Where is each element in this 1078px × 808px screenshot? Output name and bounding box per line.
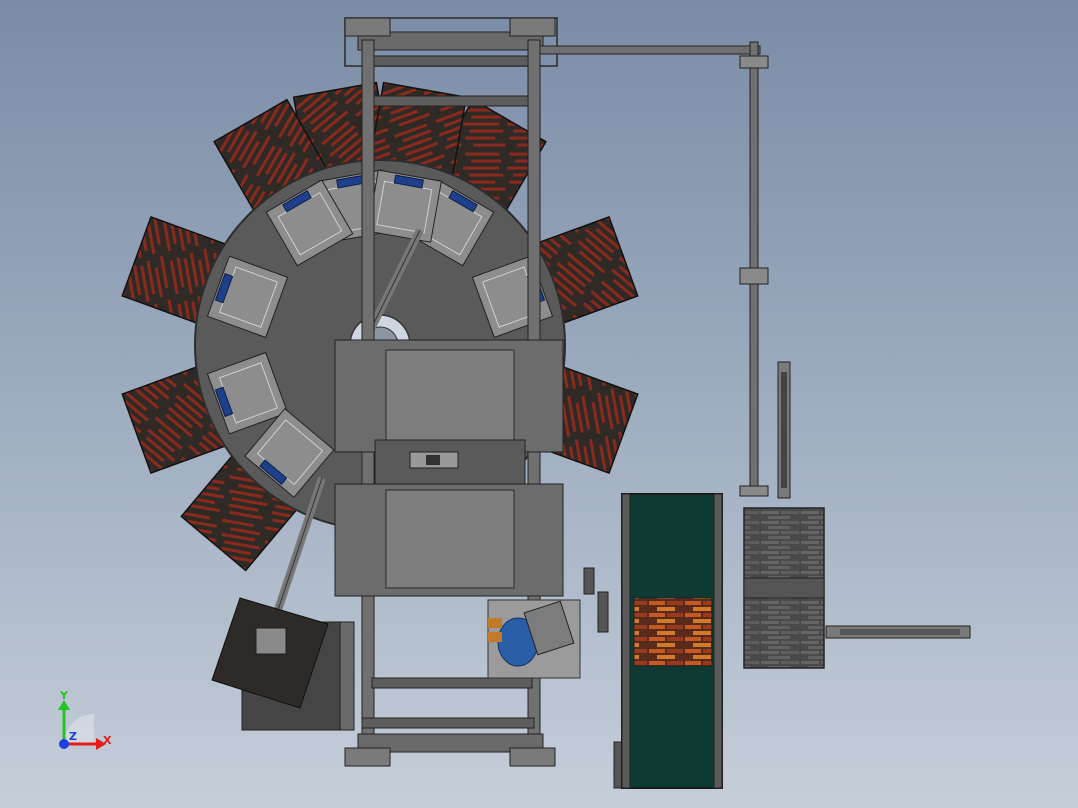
clamp-station <box>367 169 442 243</box>
brick-stack <box>743 507 825 669</box>
z-axis-label: Z <box>69 730 77 743</box>
axis-triad: Y X Z <box>58 689 112 750</box>
y-axis-label: Y <box>59 689 69 702</box>
conveyor-belt <box>613 493 723 789</box>
pusher-cylinder-vertical <box>777 361 791 499</box>
assembly-drawing: Y X Z <box>58 17 971 789</box>
output-pallet <box>211 597 355 731</box>
cad-viewport[interactable]: Y X Z <box>0 0 1078 808</box>
pusher-cylinder-horizontal <box>825 625 971 639</box>
z-axis-dot <box>59 739 69 749</box>
x-axis-label: X <box>103 734 112 747</box>
